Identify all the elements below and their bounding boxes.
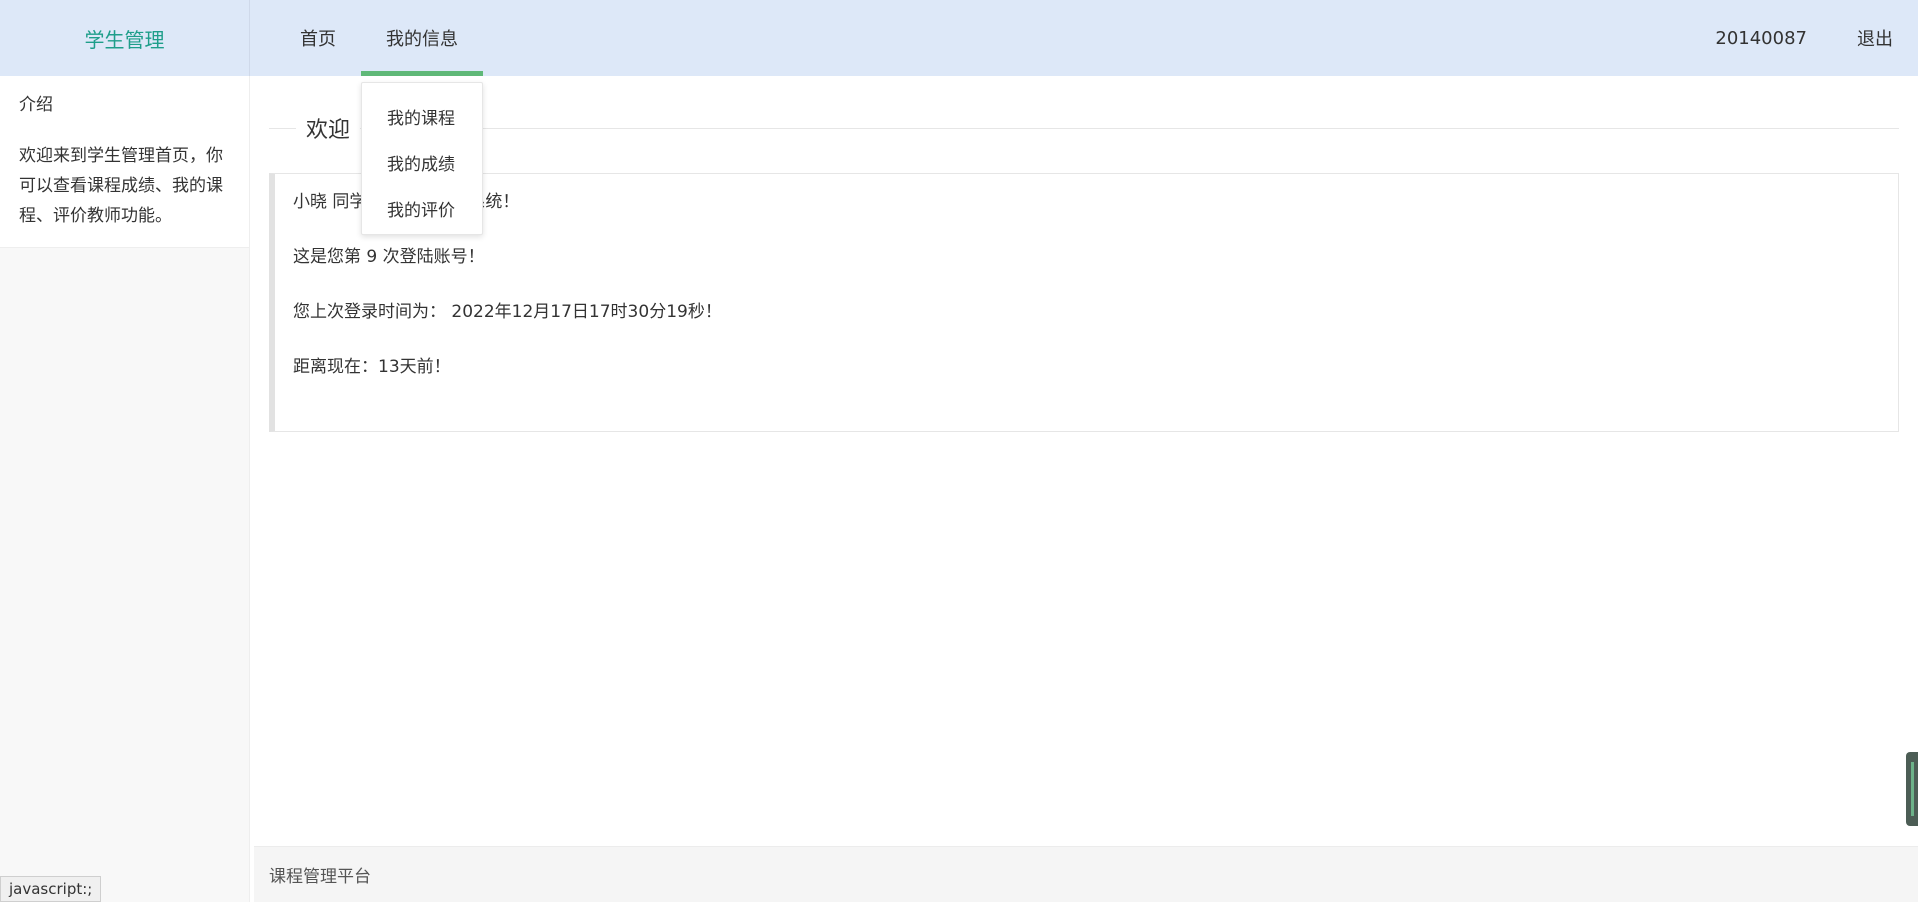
intro-title: 介绍 [19, 95, 53, 115]
welcome-line-elapsed: 距离现在：13天前！ [293, 357, 451, 377]
user-id[interactable]: 20140087 [1690, 0, 1832, 76]
top-header: 学生管理 首页 我的信息 20140087 退出 [0, 0, 1918, 76]
nav-item-my-info[interactable]: 我的信息 [361, 0, 483, 76]
user-nav: 20140087 退出 [1690, 0, 1918, 76]
main-content: 欢迎 小晓 同学，欢迎您登陆系统！ 这是您第 9 次登陆账号！ 您上次登录时间为… [250, 76, 1918, 846]
browser-status-bar: javascript:; [0, 876, 102, 902]
footer-text: 课程管理平台 [269, 867, 371, 887]
status-url: javascript:; [9, 880, 93, 898]
welcome-box: 小晓 同学，欢迎您登陆系统！ 这是您第 9 次登陆账号！ 您上次登录时间为： 2… [269, 173, 1899, 432]
dropdown-item-my-evaluations[interactable]: 我的评价 [362, 185, 482, 231]
nav-item-home[interactable]: 首页 [275, 0, 361, 76]
dropdown-item-my-courses[interactable]: 我的课程 [362, 93, 482, 139]
app-root: 学生管理 首页 我的信息 20140087 退出 介绍 欢迎来到学生管理首页，你… [0, 0, 1918, 902]
sidebar: 介绍 欢迎来到学生管理首页，你可以查看课程成绩、我的课程、评价教师功能。 [0, 76, 250, 902]
dropdown-item-my-grades[interactable]: 我的成绩 [362, 139, 482, 185]
intro-card: 介绍 欢迎来到学生管理首页，你可以查看课程成绩、我的课程、评价教师功能。 [0, 76, 249, 248]
welcome-line-last-login: 您上次登录时间为： 2022年12月17日17时30分19秒！ [293, 302, 722, 322]
welcome-line-greeting: 小晓 同学，欢迎您登陆系统！ [293, 192, 519, 212]
my-info-dropdown: 我的课程 我的成绩 我的评价 [361, 82, 483, 235]
intro-text: 欢迎来到学生管理首页，你可以查看课程成绩、我的课程、评价教师功能。 [19, 146, 223, 226]
page-footer: 课程管理平台 [254, 846, 1918, 902]
welcome-legend: 欢迎 [296, 112, 361, 144]
main-nav: 首页 我的信息 [275, 0, 483, 76]
legend-divider [269, 128, 1899, 129]
edge-handle-icon[interactable] [1906, 752, 1918, 826]
logout-button[interactable]: 退出 [1832, 0, 1918, 76]
welcome-line-login-count: 这是您第 9 次登陆账号！ [293, 247, 485, 267]
brand-logo[interactable]: 学生管理 [0, 0, 250, 76]
